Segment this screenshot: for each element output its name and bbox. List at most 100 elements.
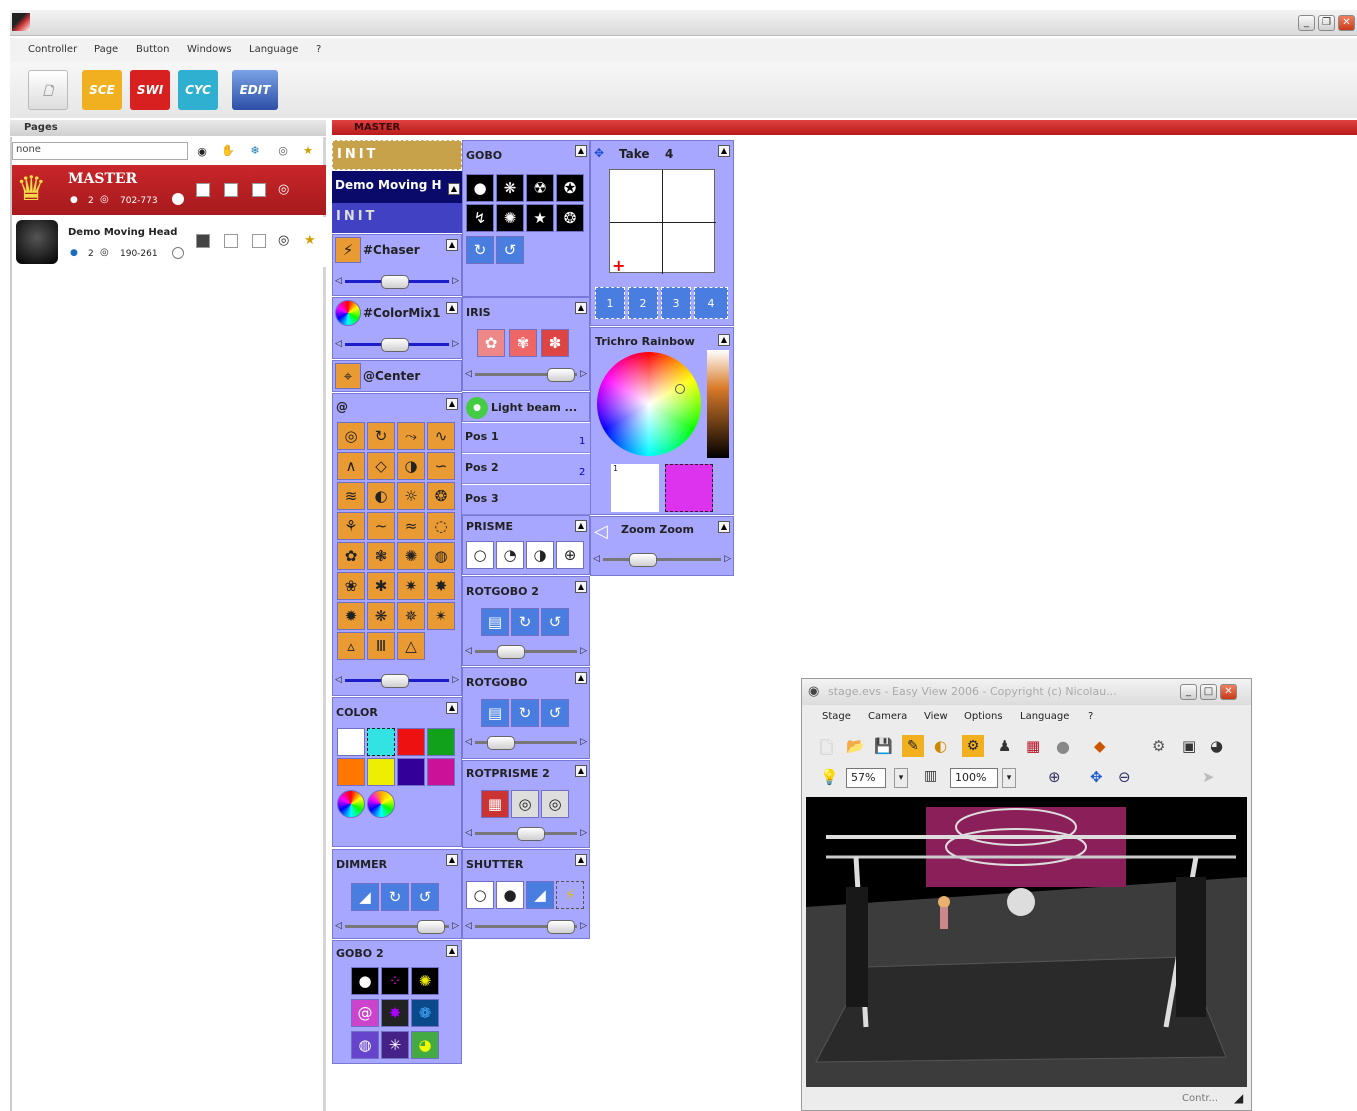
collapse-icon[interactable]: ▲ xyxy=(575,765,587,777)
shutter-open-icon[interactable]: ○ xyxy=(466,881,494,909)
rotgobo-cw-icon[interactable]: ↻ xyxy=(511,699,539,727)
menu-help[interactable]: ? xyxy=(316,44,321,55)
effect-pattern-icon[interactable]: ✵ xyxy=(397,602,425,630)
color-wheel-2-icon[interactable] xyxy=(367,790,395,818)
dimmer-ramp-icon[interactable]: ◢ xyxy=(351,883,379,911)
iris-slider[interactable]: ◁ ▷ xyxy=(465,368,587,382)
init-sub-button[interactable]: INIT xyxy=(332,203,462,233)
new-page-icon[interactable]: 🗋 xyxy=(28,70,68,110)
collapse-icon[interactable]: ▲ xyxy=(575,520,587,532)
collapse-icon[interactable]: ▲ xyxy=(575,854,587,866)
gobo2-dots-icon[interactable]: ⁘ xyxy=(381,967,409,995)
gobo-ring-icon[interactable]: ✪ xyxy=(556,174,584,202)
shutter-strobe-icon[interactable]: ⚡ xyxy=(556,881,584,909)
filter-hand-icon[interactable]: ✋ xyxy=(219,142,237,160)
close-icon[interactable]: ✕ xyxy=(1338,15,1355,31)
effect-pattern-icon[interactable]: ❂ xyxy=(427,482,455,510)
gobo2-rays-icon[interactable]: ✳ xyxy=(381,1031,409,1059)
effect-pattern-icon[interactable]: ◑ xyxy=(397,452,425,480)
take-1-button[interactable]: 1 xyxy=(595,287,625,319)
prisme-linear-icon[interactable]: ◑ xyxy=(526,541,554,569)
stage-menu-options[interactable]: Options xyxy=(964,711,1003,722)
demo-star-icon[interactable]: ★ xyxy=(304,233,316,248)
shutter-closed-icon[interactable]: ● xyxy=(496,881,524,909)
stage-3d-view[interactable] xyxy=(806,797,1247,1087)
stage-resize-icon[interactable]: ◢ xyxy=(1234,1091,1243,1105)
gobo-rotate-icon[interactable]: ↯ xyxy=(466,204,494,232)
color-swatch[interactable] xyxy=(397,728,425,756)
effect-pattern-icon[interactable]: ◇ xyxy=(367,452,395,480)
effect-pattern-icon[interactable]: ✿ xyxy=(337,542,365,570)
effect-pattern-icon[interactable]: ❀ xyxy=(337,572,365,600)
page-filter-input[interactable]: none xyxy=(12,142,188,160)
cycle-button[interactable]: CYC xyxy=(178,70,218,110)
pos2-button[interactable]: Pos 2 2 xyxy=(462,454,590,484)
stage-zoom-out-icon[interactable]: ⊖ xyxy=(1118,768,1131,786)
pan-tilt-pad[interactable]: + xyxy=(609,169,716,275)
gobo-radiation-icon[interactable]: ☢ xyxy=(526,174,554,202)
stage-paint-icon[interactable]: ✎ xyxy=(902,735,924,757)
collapse-icon[interactable]: ▲ xyxy=(446,702,458,714)
colormix-slider[interactable]: ◁ ▷ xyxy=(335,338,459,352)
light-beam-widget[interactable]: ● Light beam ... xyxy=(462,392,590,422)
take-4-button[interactable]: 4 xyxy=(694,287,728,319)
gobo-stars-icon[interactable]: ❋ xyxy=(496,174,524,202)
color-swatch[interactable] xyxy=(427,758,455,786)
collapse-icon[interactable]: ▲ xyxy=(575,145,587,157)
demo-moving-head-button[interactable]: Demo Moving H xyxy=(332,171,462,203)
center-widget[interactable]: ⌖ @Center xyxy=(332,360,462,392)
demo-page-row[interactable]: Demo Moving Head ● 2 ◎ 190-261 ◎ ★ xyxy=(12,217,326,267)
pos1-button[interactable]: Pos 1 1 xyxy=(462,423,590,453)
master-gobo-icon[interactable]: ◎ xyxy=(278,182,289,197)
chaser-slider[interactable]: ◁ ▷ xyxy=(335,275,459,289)
gobo2-spiral-icon[interactable]: ✺ xyxy=(411,967,439,995)
effect-pattern-icon[interactable]: ☼ xyxy=(397,482,425,510)
dimmer-slider[interactable]: ◁ ▷ xyxy=(335,920,459,934)
rotprisme2-index-icon[interactable]: ▦ xyxy=(481,790,509,818)
demo-check-3[interactable] xyxy=(252,234,266,248)
effect-pattern-icon[interactable]: ∽ xyxy=(427,452,455,480)
color-swatch[interactable] xyxy=(397,758,425,786)
collapse-icon[interactable]: ▲ xyxy=(446,398,458,410)
stage-zoom-select[interactable]: 57% xyxy=(846,768,886,788)
collapse-icon[interactable]: ▲ xyxy=(446,239,458,251)
master-check-1[interactable] xyxy=(196,183,210,197)
stage-object-icon[interactable]: ◆ xyxy=(1094,737,1106,755)
gobo-star-icon[interactable]: ★ xyxy=(526,204,554,232)
stage-open-icon[interactable]: 📂 xyxy=(846,737,865,755)
switch-button[interactable]: SWI xyxy=(130,70,170,110)
effect-pattern-icon[interactable]: ✹ xyxy=(337,602,365,630)
stage-menu-camera[interactable]: Camera xyxy=(868,711,907,722)
color-picker-wheel[interactable] xyxy=(597,352,701,456)
gobo2-ring-icon[interactable]: ◍ xyxy=(351,1031,379,1059)
stage-zoom-in-icon[interactable]: ⊕ xyxy=(1048,768,1061,786)
effect-pattern-icon[interactable]: ∼ xyxy=(367,512,395,540)
stage-save-icon[interactable]: 💾 xyxy=(874,737,893,755)
stage-truss-icon[interactable]: ▦ xyxy=(1026,737,1040,755)
init-button[interactable]: INIT xyxy=(332,140,462,170)
filter-snowflake-icon[interactable]: ❄ xyxy=(246,142,264,160)
filter-gobo-icon[interactable]: ◎ xyxy=(274,142,292,160)
color-wheel-1-icon[interactable] xyxy=(337,790,365,818)
demo-gobo-icon[interactable]: ◎ xyxy=(278,233,289,248)
effect-pattern-icon[interactable]: ↻ xyxy=(367,422,395,450)
effect-pattern-icon[interactable]: Ⅲ xyxy=(367,632,395,660)
rotprisme2-ccw-icon[interactable]: ◎ xyxy=(541,790,569,818)
rotprisme2-cw-icon[interactable]: ◎ xyxy=(511,790,539,818)
gobo-dots-icon[interactable]: ❂ xyxy=(556,204,584,232)
shutter-ramp-icon[interactable]: ◢ xyxy=(526,881,554,909)
scene-button[interactable]: SCE xyxy=(82,70,122,110)
effect-pattern-icon[interactable]: ✴ xyxy=(427,602,455,630)
dimmer-cycle-icon[interactable]: ↻ xyxy=(381,883,409,911)
stage-menu-language[interactable]: Language xyxy=(1020,711,1069,722)
edit-button[interactable]: EDIT xyxy=(232,70,278,110)
stage-sphere-icon[interactable]: ● xyxy=(1056,737,1070,756)
effect-pattern-icon[interactable]: ✷ xyxy=(397,572,425,600)
rotgobo-slider[interactable]: ◁ ▷ xyxy=(465,736,587,750)
collapse-icon[interactable]: ▲ xyxy=(446,945,458,957)
gobo2-burst-icon[interactable]: ✸ xyxy=(381,999,409,1027)
menu-language[interactable]: Language xyxy=(249,44,298,55)
stage-pointer-icon[interactable]: ➤ xyxy=(1202,768,1215,786)
stage-menu-help[interactable]: ? xyxy=(1088,711,1093,722)
take-3-button[interactable]: 3 xyxy=(661,287,691,319)
